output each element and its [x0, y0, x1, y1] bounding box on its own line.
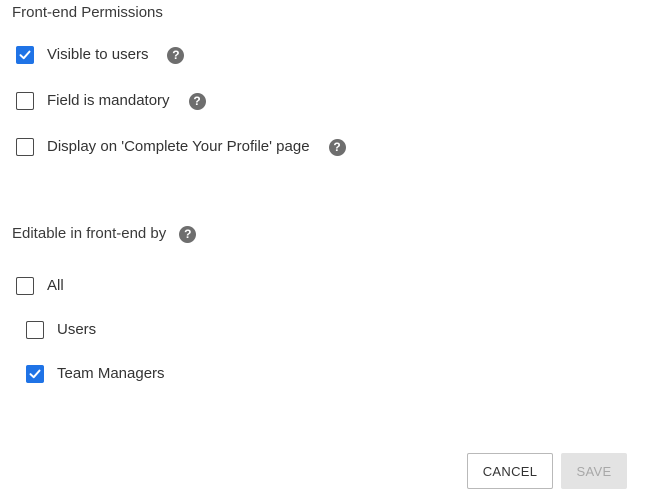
editable-option-all: All — [16, 274, 64, 298]
question-circle-icon[interactable]: ? — [167, 46, 185, 64]
editable-team-managers-label: Team Managers — [57, 365, 165, 382]
option-visible-to-users: Visible to users ? — [16, 43, 185, 67]
editable-users-label: Users — [57, 321, 97, 338]
checkmark-icon — [19, 50, 31, 60]
editable-team-managers-checkbox[interactable] — [26, 365, 44, 383]
checkmark-icon — [29, 369, 41, 379]
visible-to-users-label: Visible to users — [47, 46, 149, 63]
option-field-is-mandatory: Field is mandatory ? — [16, 89, 206, 113]
question-circle-icon[interactable]: ? — [179, 225, 197, 243]
question-circle-icon[interactable]: ? — [188, 92, 206, 110]
question-circle-icon[interactable]: ? — [328, 138, 346, 156]
editable-all-checkbox[interactable] — [16, 277, 34, 295]
visible-to-users-checkbox[interactable] — [16, 46, 34, 64]
frontend-permissions-title: Front-end Permissions — [12, 4, 163, 21]
field-is-mandatory-label: Field is mandatory — [47, 92, 170, 109]
editable-all-label: All — [47, 277, 64, 294]
editable-option-team-managers: Team Managers — [26, 362, 165, 386]
editable-users-checkbox[interactable] — [26, 321, 44, 339]
option-display-on-complete-profile: Display on 'Complete Your Profile' page … — [16, 135, 346, 159]
display-on-complete-profile-label: Display on 'Complete Your Profile' page — [47, 138, 310, 155]
editable-by-title: Editable in front-end by — [12, 225, 167, 242]
field-is-mandatory-checkbox[interactable] — [16, 92, 34, 110]
editable-option-users: Users — [26, 318, 96, 342]
cancel-button[interactable]: CANCEL — [467, 453, 553, 489]
permissions-panel: Front-end Permissions Visible to users ?… — [0, 0, 653, 493]
display-on-complete-profile-checkbox[interactable] — [16, 138, 34, 156]
editable-by-header: Editable in front-end by ? — [12, 222, 197, 246]
save-button[interactable]: SAVE — [561, 453, 627, 489]
